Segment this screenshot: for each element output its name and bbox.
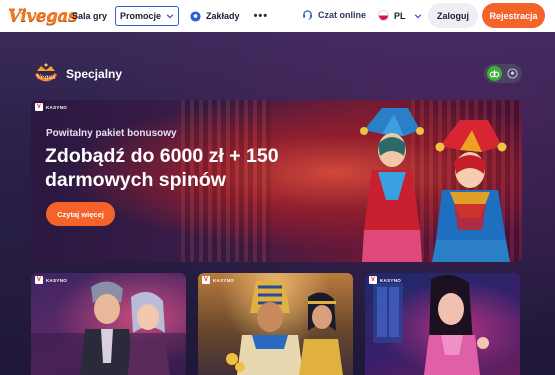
promo-card[interactable]: V KASYNO [365,273,520,375]
read-more-button[interactable]: Czytaj więcej [46,202,115,226]
nav-sala-gry[interactable]: Sala gry [72,11,107,21]
more-menu-button[interactable]: ••• [254,10,269,22]
language-selector[interactable]: PL [378,10,422,21]
casino-badge: V KASYNO [369,276,401,284]
vivegas-v-icon: V [202,276,210,284]
hero-subtitle: Powitalny pakiet bonusowy [46,128,177,139]
casino-badge: V KASYNO [35,276,67,284]
woman-character-illustration [373,274,489,375]
headset-icon [303,10,312,20]
vivegas-v-icon: V [369,276,377,284]
promo-card[interactable]: V KASYNO [31,273,186,375]
svg-text:Vegas: Vegas [36,74,56,81]
section-title: Specjalny [66,67,123,81]
login-button[interactable]: Zaloguj [428,3,478,28]
chevron-down-icon [166,14,174,19]
vivegas-v-icon: V [35,103,43,111]
chat-online-button[interactable]: Czat online [302,9,366,20]
casino-badge: V KASYNO [35,103,67,111]
nav-zaklady-label: Zakłady [206,11,240,21]
casino-badge-label: KASYNO [46,104,68,110]
chevron-down-icon [414,13,421,19]
jester-characters-illustration [360,108,510,262]
casino-badge: V KASYNO [202,276,234,284]
couple-characters-illustration [31,281,186,375]
poland-flag-icon [378,10,389,21]
nav-promocje-dropdown[interactable]: Promocje [115,6,180,26]
chat-online-label: Czat online [318,9,367,20]
casino-badge-label: KASYNO [46,277,68,283]
promo-card[interactable]: V KASYNO [198,273,353,375]
hero-title: Zdobądź do 6000 zł + 150 darmowych spinó… [45,145,279,191]
casino-badge-label: KASYNO [213,277,235,283]
soccer-ball-icon[interactable] [506,67,519,80]
vegas-crown-logo-icon: Vegas [34,63,58,82]
egyptian-pharaoh-illustration [226,281,343,375]
hero-promo-banner[interactable]: V KASYNO Powitalny pakiet bonusowy Zdobą… [31,100,522,262]
casino-sport-toggle[interactable] [484,64,522,83]
vivegas-logo[interactable]: Vivegas [8,6,78,26]
nav-zaklady[interactable]: Zakłady [190,10,240,22]
vivegas-v-icon: V [35,276,43,284]
casino-badge-label: KASYNO [380,277,402,283]
nav-promocje-label: Promocje [120,11,162,21]
language-code: PL [394,10,406,21]
register-button[interactable]: Rejestracja [482,3,545,28]
soccer-ball-icon [190,10,201,22]
casino-chip-icon[interactable] [487,66,502,81]
